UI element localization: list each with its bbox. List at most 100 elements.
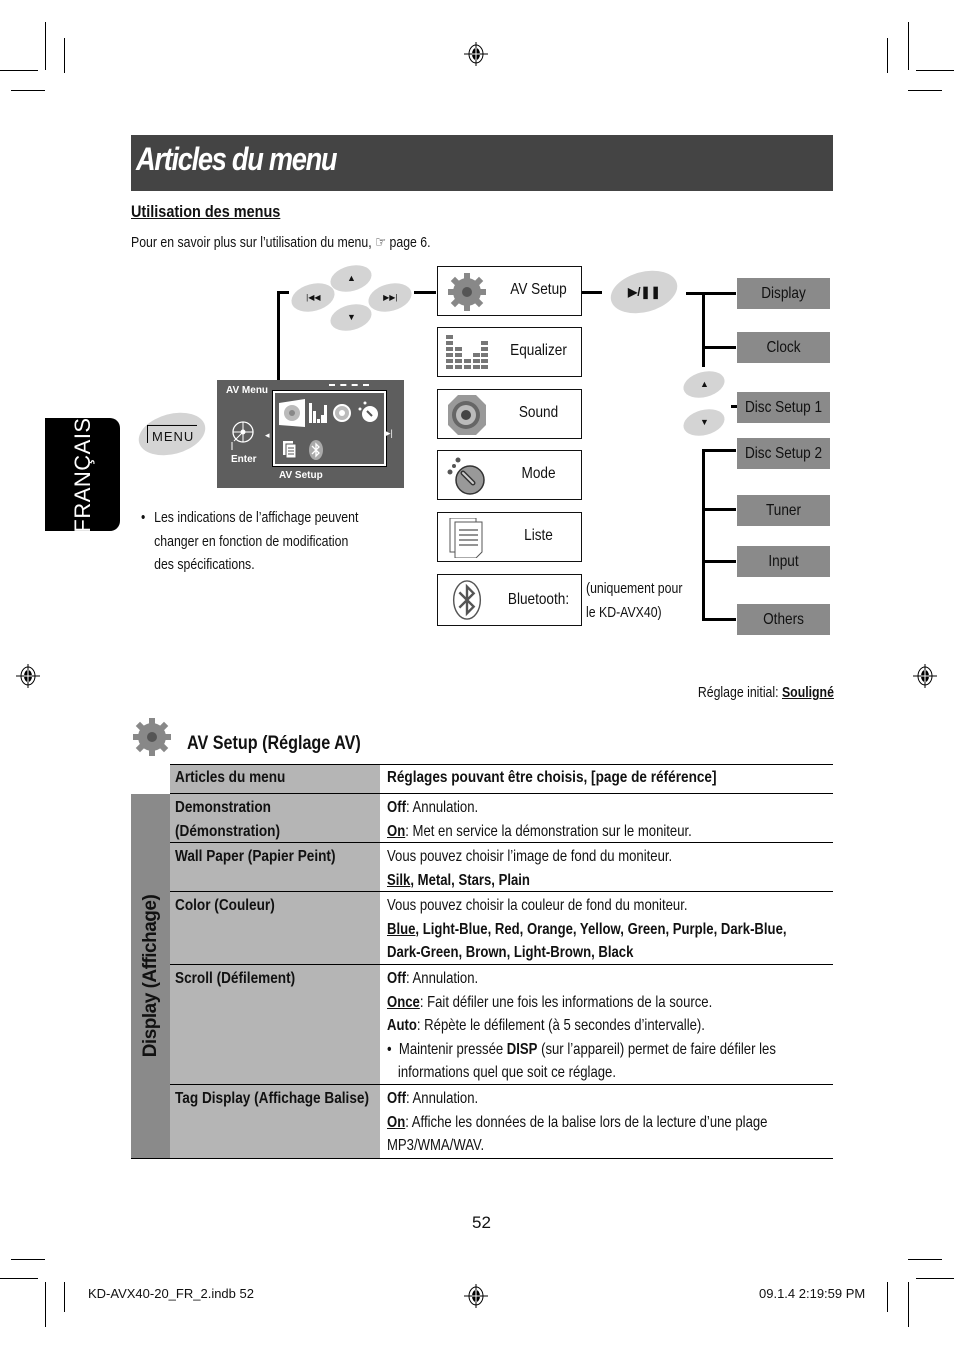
settings-cell: Off: Annulation. On: Affiche les données … [387,1087,846,1158]
menu-item-liste[interactable]: Liste [437,512,582,562]
menu-item-label: Liste [524,527,553,544]
down-button[interactable]: ▼ [327,299,375,336]
initial-setting-legend: Réglage initial: Souligné [697,684,834,701]
header-cell: Articles du menu [175,769,286,786]
settings-line: Once: Fait défiler une fois les informat… [387,993,713,1011]
equalizer-icon [446,335,488,369]
menu-item-name: Demonstration (Démonstration) [175,799,281,840]
menu-item-label: Equalizer [510,342,567,359]
menu-item-label: Sound [518,404,559,421]
bluetooth-icon [309,440,323,460]
settings-line: Off: Annulation. [387,1090,479,1107]
submenu-item-clock[interactable]: Clock [737,332,830,363]
arrow-down-icon: ▼ [699,417,709,428]
settings-cell: Off: Annulation. Once: Fait défiler une f… [387,967,846,1085]
screen-selected-label: AV Setup [279,470,323,481]
up-button[interactable]: ▲ [327,260,375,297]
section-heading-usage: Utilisation des menus [131,202,281,221]
av-menu-screen: AV Menu Enter ◂ ▸| AV Setup [217,380,404,488]
enter-label: Enter [231,454,257,465]
table-row: Color (Couleur) Vous pouvez choisir la co… [170,892,833,965]
settings-line: Vous pouvez choisir l’image de fond du m… [387,848,673,865]
next-button[interactable]: ▶▶| [365,278,415,317]
menu-item-av-setup[interactable]: AV Setup [437,266,582,316]
equalizer-icon [309,403,327,423]
registration-mark-icon [16,664,40,688]
menu-item-equalizer[interactable]: Equalizer [437,327,582,377]
settings-line: informations quel que soit ce réglage. [387,1064,617,1082]
settings-cell: Off: Annulation. On: Met en service la dé… [387,796,846,843]
settings-cell: Vous pouvez choisir l’image de fond du m… [387,845,846,892]
table-group-label: Display (Affichage) [131,794,170,1159]
submenu-item-tuner[interactable]: Tuner [737,495,830,526]
menu-item-bluetooth[interactable]: Bluetooth: [437,574,582,626]
registration-mark-icon [464,1284,488,1308]
menu-item-label: Bluetooth: [507,591,570,608]
list-icon [283,441,297,459]
enter-dial-icon [231,421,254,450]
bluetooth-icon [452,580,482,620]
settings-line: Dark-Green, Brown, Light-Brown, Black [387,944,634,962]
play-pause-button[interactable]: ▶/❚❚ [605,263,683,321]
arrow-up-icon: ▲ [346,273,356,284]
list-icon [449,518,483,558]
gear-icon [133,718,171,756]
menu-item-name: Color (Couleur) [175,897,275,914]
settings-line: Off: Annulation. [387,799,479,816]
menu-item-label: AV Setup [510,281,567,298]
language-tab-label: FRANÇAIS [69,416,95,533]
settings-line: • Maintenir pressée DISP (sur l’appareil… [387,1040,776,1058]
menu-item-name: Tag Display (Affichage Balise) [175,1090,369,1107]
settings-line: Silk, Metal, Stars, Plain [387,871,530,889]
header-cell: Réglages pouvant être choisis, [page de … [387,769,717,786]
submenu-item-disc-setup-2[interactable]: Disc Setup 2 [737,438,830,469]
settings-line: On: Met en service la démonstration sur … [387,822,692,840]
display-change-note: • Les indications de l’affichage peuvent… [141,509,359,573]
gear-icon [448,273,486,311]
section-title: AV Setup (Réglage AV) [187,733,361,754]
footer-timestamp: 09.1.4 2:19:59 PM [759,1286,866,1301]
menu-item-label: Mode [521,465,556,482]
gear-icon [279,399,305,427]
settings-line: Off: Annulation. [387,970,479,987]
menu-item-mode[interactable]: Mode [437,450,582,500]
table-header: Articles du menu Réglages pouvant être c… [170,764,833,794]
speaker-icon [333,404,351,422]
settings-cell: Vous pouvez choisir la couleur de fond d… [387,894,846,965]
skip-forward-icon: ▶▶| [382,292,398,302]
settings-line: On: Affiche les données de la balise lor… [387,1113,768,1131]
page-title-bar: Articles du menu [131,135,833,191]
selection-frame [272,390,387,467]
screen-title: AV Menu [226,385,269,396]
settings-line: Auto: Répète le défilement (à 5 secondes… [387,1017,705,1035]
submenu-item-display[interactable]: Display [737,278,830,309]
dial-icon [358,401,378,422]
settings-line: Blue, Light-Blue, Red, Orange, Yellow, G… [387,920,787,938]
submenu-up-button[interactable]: ▲ [680,366,728,403]
submenu-down-button[interactable]: ▼ [680,404,728,441]
table-row: Scroll (Défilement) Off: Annulation. Once:… [170,965,833,1085]
bluetooth-availability-note: (uniquement pour le KD-AVX40) [586,580,683,621]
submenu-item-input[interactable]: Input [737,546,830,577]
settings-line: MP3/WMA/WAV. [387,1137,485,1155]
submenu-item-disc-setup-1[interactable]: Disc Setup 1 [737,392,830,423]
skip-back-icon: |◀◀ [305,292,321,302]
menu-item-sound[interactable]: Sound [437,389,582,439]
page-title: Articles du menu [136,141,338,177]
settings-line: Vous pouvez choisir la couleur de fond d… [387,897,688,914]
arrow-down-icon: ▼ [346,312,356,323]
arrow-up-icon: ▲ [699,379,709,390]
dial-icon [447,457,485,495]
page-number: 52 [472,1213,491,1232]
submenu-item-others[interactable]: Others [737,604,830,635]
table-row: Tag Display (Affichage Balise) Off: Annul… [170,1085,833,1159]
registration-mark-icon [464,42,488,66]
menu-item-name: Scroll (Défilement) [175,970,296,987]
intro-text: Pour en savoir plus sur l’utilisation du… [131,234,431,251]
footer-file: KD-AVX40-20_FR_2.indb 52 [88,1286,254,1301]
menu-button[interactable]: MENU [133,405,211,463]
table-row: Wall Paper (Papier Peint) Vous pouvez cho… [170,843,833,892]
play-pause-icon: ▶/❚❚ [627,285,661,300]
speaker-icon [448,395,486,435]
registration-mark-icon [913,664,937,688]
